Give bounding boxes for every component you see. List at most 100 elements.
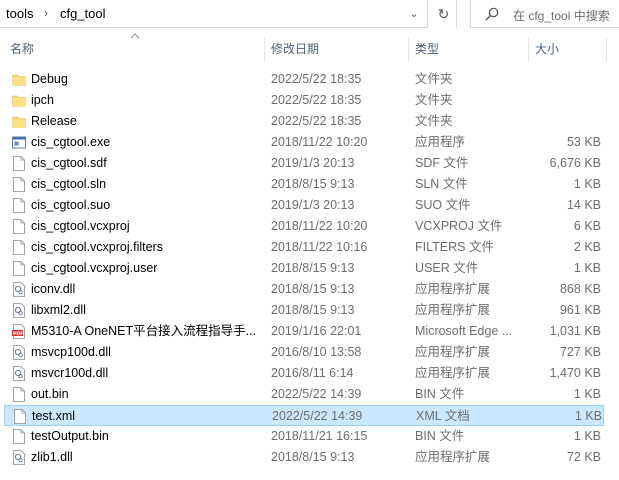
file-row-testoutput-bin[interactable]: testOutput.bin 2018/11/21 16:15 BIN 文件 1 KB	[4, 426, 604, 447]
file-size: 1 KB	[574, 409, 602, 423]
dll-icon	[12, 303, 26, 318]
search-box[interactable]: 在 cfg_tool 中搜索	[470, 0, 619, 28]
file-name: cis_cgtool.sln	[31, 177, 107, 191]
file-icon	[13, 409, 27, 424]
file-name: msvcp100d.dll	[31, 345, 111, 359]
file-type: Microsoft Edge ...	[415, 324, 513, 338]
file-type: SDF 文件	[415, 156, 469, 170]
file-size: 1,031 KB	[549, 324, 601, 338]
file-row-cis-cgtool-vcxproj-filters[interactable]: cis_cgtool.vcxproj.filters 2018/11/22 10:…	[4, 237, 604, 258]
file-row-cis-cgtool-vcxproj-user[interactable]: cis_cgtool.vcxproj.user 2018/8/15 9:13 USE…	[4, 258, 604, 279]
file-row-debug[interactable]: Debug 2022/5/22 18:35 文件夹	[4, 69, 604, 90]
column-header-size[interactable]: 大小	[531, 36, 607, 62]
file-date: 2022/5/22 18:35	[271, 93, 362, 107]
file-name: zlib1.dll	[31, 450, 73, 464]
column-divider[interactable]	[528, 38, 529, 62]
file-type: SUO 文件	[415, 198, 471, 212]
file-size: 1 KB	[573, 429, 601, 443]
file-type: 文件夹	[415, 93, 453, 107]
file-row-iconv-dll[interactable]: iconv.dll 2018/8/15 9:13 应用程序扩展 868 KB	[4, 279, 604, 300]
file-date: 2018/8/15 9:13	[271, 261, 355, 275]
file-size: 961 KB	[559, 303, 601, 317]
file-size	[529, 111, 601, 132]
file-size: 1 KB	[573, 177, 601, 191]
file-name: cis_cgtool.sdf	[31, 156, 107, 170]
file-date: 2019/1/16 22:01	[271, 324, 362, 338]
file-icon	[12, 156, 26, 171]
file-row-cis-cgtool-vcxproj[interactable]: cis_cgtool.vcxproj 2018/11/22 10:20 VCXPRO…	[4, 216, 604, 237]
file-type: 应用程序扩展	[415, 450, 491, 464]
column-header-name[interactable]: 名称	[6, 36, 264, 62]
file-size	[529, 90, 601, 111]
file-row-cis-cgtool-exe[interactable]: cis_cgtool.exe 2018/11/22 10:20 应用程序 53 KB	[4, 132, 604, 153]
address-bar-area: tools › cfg_tool ⌄ ↻ 在 cfg_tool 中搜索	[0, 0, 619, 29]
column-divider[interactable]	[606, 38, 607, 62]
file-row-cis-cgtool-sdf[interactable]: cis_cgtool.sdf 2019/1/3 20:13 SDF 文件 6,676 …	[4, 153, 604, 174]
file-type: 应用程序扩展	[415, 345, 491, 359]
file-size: 53 KB	[566, 135, 601, 149]
file-name: ipch	[31, 93, 54, 107]
file-type: 应用程序扩展	[415, 366, 491, 380]
address-dropdown-icon[interactable]: ⌄	[404, 4, 424, 24]
file-row-cis-cgtool-sln[interactable]: cis_cgtool.sln 2018/8/15 9:13 SLN 文件 1 KB	[4, 174, 604, 195]
column-divider[interactable]	[264, 38, 265, 62]
file-row-msvcp100d-dll[interactable]: msvcp100d.dll 2016/8/10 13:58 应用程序扩展 727 KB	[4, 342, 604, 363]
folder-icon	[12, 72, 26, 87]
file-row-msvcr100d-dll[interactable]: msvcr100d.dll 2016/8/11 6:14 应用程序扩展 1,470 K…	[4, 363, 604, 384]
file-name: Debug	[31, 72, 68, 86]
vertical-scrollbar[interactable]	[608, 62, 619, 480]
file-icon	[12, 219, 26, 234]
column-divider[interactable]	[408, 38, 409, 62]
file-date: 2018/11/22 10:16	[271, 240, 368, 254]
file-icon	[12, 177, 26, 192]
file-row-cis-cgtool-suo[interactable]: cis_cgtool.suo 2019/1/3 20:13 SUO 文件 14 KB	[4, 195, 604, 216]
file-name: testOutput.bin	[31, 429, 109, 443]
file-row-test-xml[interactable]: test.xml 2022/5/22 14:39 XML 文档 1 KB	[4, 405, 604, 426]
file-row-libxml2-dll[interactable]: libxml2.dll 2018/8/15 9:13 应用程序扩展 961 KB	[4, 300, 604, 321]
file-type: 应用程序	[415, 135, 466, 149]
file-size: 1 KB	[573, 387, 601, 401]
file-type: VCXPROJ 文件	[415, 219, 503, 233]
file-name: cis_cgtool.suo	[31, 198, 111, 212]
file-type: FILTERS 文件	[415, 240, 494, 254]
file-name: Release	[31, 114, 77, 128]
dll-icon	[12, 345, 26, 360]
file-icon	[12, 240, 26, 255]
file-type: 应用程序扩展	[415, 303, 491, 317]
file-row-out-bin[interactable]: out.bin 2022/5/22 14:39 BIN 文件 1 KB	[4, 384, 604, 405]
breadcrumb-separator-icon[interactable]: ›	[44, 6, 48, 20]
file-icon	[12, 198, 26, 213]
file-name: out.bin	[31, 387, 69, 401]
breadcrumb-cfg-tool[interactable]: cfg_tool	[60, 6, 106, 21]
file-date: 2018/8/15 9:13	[271, 303, 355, 317]
address-bar[interactable]: tools › cfg_tool ⌄	[0, 0, 428, 28]
file-size: 1 KB	[573, 261, 601, 275]
file-name: cis_cgtool.vcxproj.user	[31, 261, 158, 275]
file-row-m5310-a-onenet[interactable]: PDF M5310-A OneNET平台接入流程指导手... 2019/1/16 2…	[4, 321, 604, 342]
file-date: 2022/5/22 14:39	[271, 387, 362, 401]
file-date: 2019/1/3 20:13	[271, 156, 355, 170]
file-type: BIN 文件	[415, 429, 465, 443]
column-header-row: 名称 修改日期 类型 大小	[0, 36, 619, 62]
breadcrumb-tools[interactable]: tools	[6, 6, 33, 21]
file-row-ipch[interactable]: ipch 2022/5/22 18:35 文件夹	[4, 90, 604, 111]
column-header-type[interactable]: 类型	[411, 36, 527, 62]
file-date: 2018/11/21 16:15	[271, 429, 368, 443]
file-size: 1,470 KB	[549, 366, 601, 380]
file-name: msvcr100d.dll	[31, 366, 109, 380]
file-name: libxml2.dll	[31, 303, 86, 317]
file-row-zlib1-dll[interactable]: zlib1.dll 2018/8/15 9:13 应用程序扩展 72 KB	[4, 447, 604, 468]
file-row-release[interactable]: Release 2022/5/22 18:35 文件夹	[4, 111, 604, 132]
file-size: 6,676 KB	[549, 156, 601, 170]
column-header-date[interactable]: 修改日期	[267, 36, 407, 62]
search-input[interactable]: 在 cfg_tool 中搜索	[513, 7, 610, 24]
file-date: 2016/8/10 13:58	[271, 345, 362, 359]
svg-text:PDF: PDF	[13, 331, 23, 337]
file-size: 727 KB	[559, 345, 601, 359]
file-name: M5310-A OneNET平台接入流程指导手...	[31, 324, 257, 338]
file-type: 文件夹	[415, 72, 453, 86]
file-type: 应用程序扩展	[415, 282, 491, 296]
refresh-icon[interactable]: ↻	[431, 0, 457, 28]
file-type: BIN 文件	[415, 387, 465, 401]
file-name: test.xml	[32, 409, 76, 423]
